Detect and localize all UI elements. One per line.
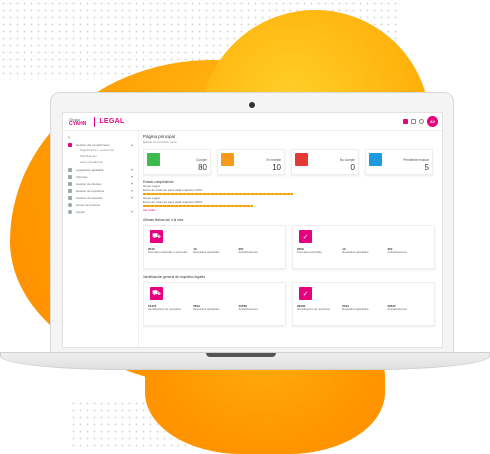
group-text: Identificación de requisitos — [148, 307, 181, 312]
group-card[interactable]: ✓ 2009 Normativa aplicable 10 Requisitos a… — [292, 225, 435, 269]
help-icon — [68, 209, 72, 214]
card-pendiente[interactable]: Pendiente evaluar 5 — [365, 149, 433, 175]
sidebar-item-usuarios[interactable]: Gestión de usuarios ▾ — [68, 194, 133, 201]
avatar[interactable]: AV — [427, 116, 438, 127]
users-icon — [68, 188, 72, 193]
card-label: Pendiente evaluar — [403, 158, 429, 162]
card-value: 80 — [198, 163, 207, 172]
sidebar-item-label: Informes — [76, 174, 88, 179]
card-en-tramite[interactable]: En trámite 10 — [217, 149, 285, 175]
group-cards: ⛟ 2010 Normativa aplicable a vehículos 10… — [143, 225, 439, 269]
group-text: Requisitos aplicables — [193, 250, 220, 255]
sidebar-item-legislacion[interactable]: Legislación aplicable ▾ — [68, 166, 133, 173]
group-cards: ⛟ 15472 Identificación de requisitos 5610… — [143, 282, 439, 326]
sidebar-item-label: Gestión de usuarios — [76, 195, 103, 200]
chevron-down-icon: ▾ — [130, 188, 133, 193]
calendar-icon — [221, 153, 234, 166]
circle-icon — [68, 202, 72, 207]
card-label: En trámite — [266, 158, 281, 162]
bell-icon[interactable] — [419, 119, 424, 124]
sidebar-item-ayuda[interactable]: Ayuda ▾ — [68, 208, 133, 215]
calendar-icon — [295, 153, 308, 166]
user-icon — [68, 195, 72, 200]
eval-line: Envío de informes para cada requisito (7… — [143, 188, 203, 192]
group-text: Requisitos aplicables — [342, 307, 369, 312]
group-text: Actualizaciones — [387, 250, 407, 255]
app-screen: Grupo CYAHN LEGAL AV ≡ Gestión del cumpl… — [62, 112, 443, 348]
chevron-down-icon: ▾ — [130, 209, 133, 214]
car-icon: ⛟ — [150, 287, 163, 300]
card-no-cumple[interactable]: No cumple 0 — [291, 149, 359, 175]
building-icon — [68, 181, 72, 186]
sidebar-item-requisitos[interactable]: Gestión de requisitos ▾ — [68, 187, 133, 194]
car-icon: ⛟ — [150, 230, 163, 243]
group-text: Requisitos aplicables — [342, 250, 369, 255]
chevron-down-icon: ▾ — [130, 167, 133, 172]
card-cumple[interactable]: Cumple 80 — [143, 149, 211, 175]
chevron-down-icon: ▾ — [130, 174, 133, 179]
group-card[interactable]: ⛟ 2010 Normativa aplicable a vehículos 10… — [143, 225, 286, 269]
settings-icon[interactable] — [411, 119, 416, 124]
sidebar-item-cumplimiento[interactable]: Gestión del cumplimiento ▴ — [68, 141, 133, 148]
card-value: 0 — [350, 163, 355, 172]
evaluation-section: Estado cumplimiento Grupo Legal Envío de… — [143, 180, 439, 212]
main-content: Página principal Estado de la acción ten… — [143, 134, 439, 346]
chevron-down-icon: ▾ — [130, 181, 133, 186]
sidebar-item-label: Ayuda — [76, 209, 85, 214]
breadcrumb: Estado de la acción tenía — [143, 140, 177, 144]
progress-bar — [143, 205, 253, 207]
card-label: Cumple — [196, 158, 207, 162]
laptop-frame: Grupo CYAHN LEGAL AV ≡ Gestión del cumpl… — [50, 92, 454, 354]
group-heading: Identificación general de requisitos leg… — [143, 275, 206, 279]
chevron-up-icon: ▴ — [130, 142, 133, 147]
group-text: Actualizaciones — [387, 307, 407, 312]
sidebar-item-label: Legislación aplicable — [76, 167, 104, 172]
progress-bar — [143, 193, 293, 195]
grid-icon[interactable] — [403, 119, 408, 124]
group-text: Requisitos aplicables — [193, 307, 220, 312]
card-value: 5 — [424, 163, 429, 172]
brand-logo[interactable]: Grupo CYAHN — [69, 117, 87, 127]
group-text: Normativa aplicable — [297, 250, 322, 255]
sidebar-item-label: Gestión de requisitos — [76, 188, 105, 193]
document-icon — [68, 142, 72, 147]
sidebar-item-informes[interactable]: Informes ▾ — [68, 173, 133, 180]
sidebar-item-label: Gestión del cumplimiento — [76, 142, 110, 147]
card-label: No cumple — [339, 158, 355, 162]
menu-icon[interactable]: ≡ — [68, 134, 133, 141]
camera-icon — [249, 102, 255, 108]
sidebar-item-label: Gestión de clientes — [76, 181, 102, 186]
group-text: Identificación de requisitos — [297, 307, 330, 312]
laptop-notch — [206, 353, 276, 357]
calendar-icon — [369, 153, 382, 166]
app-title: LEGAL — [99, 118, 125, 125]
check-icon: ✓ — [299, 287, 312, 300]
group-text: Normativa aplicable a vehículos — [148, 250, 188, 255]
laptop-base — [0, 352, 490, 370]
top-bar: Grupo CYAHN LEGAL AV — [63, 113, 442, 131]
sidebar-item-clientes[interactable]: Gestión de clientes ▾ — [68, 180, 133, 187]
sidebar-item-label: Grupo de terceros — [76, 202, 101, 207]
view-all-link[interactable]: Ver todos — [143, 208, 439, 212]
eval-line: Envío de informes para cada requisito (6… — [143, 200, 203, 204]
chevron-down-icon: ▾ — [130, 195, 133, 200]
card-value: 10 — [272, 163, 281, 172]
sidebar: ≡ Gestión del cumplimiento ▴ Seguimiento… — [63, 131, 139, 347]
logo-divider — [94, 116, 96, 127]
group-text: Actualizaciones — [238, 307, 258, 312]
check-icon: ✓ — [299, 230, 312, 243]
chart-icon — [68, 174, 72, 179]
page-title: Página principal — [143, 134, 176, 139]
status-cards: Cumple 80 En trámite 10 No cumple 0 Pend… — [143, 149, 439, 175]
group-text: Actualizaciones — [238, 250, 258, 255]
group-card[interactable]: ⛟ 15472 Identificación de requisitos 5610… — [143, 282, 286, 326]
group-heading: Últimas fechas del 4 al mes — [143, 218, 184, 222]
brand-name: CYAHN — [69, 120, 87, 127]
top-icons: AV — [403, 116, 438, 127]
group-card[interactable]: ✓ 29230 Identificación de requisitos 6012… — [292, 282, 435, 326]
sidebar-item-terceros[interactable]: Grupo de terceros — [68, 201, 133, 208]
calendar-icon — [147, 153, 160, 166]
chart-icon — [68, 167, 72, 172]
